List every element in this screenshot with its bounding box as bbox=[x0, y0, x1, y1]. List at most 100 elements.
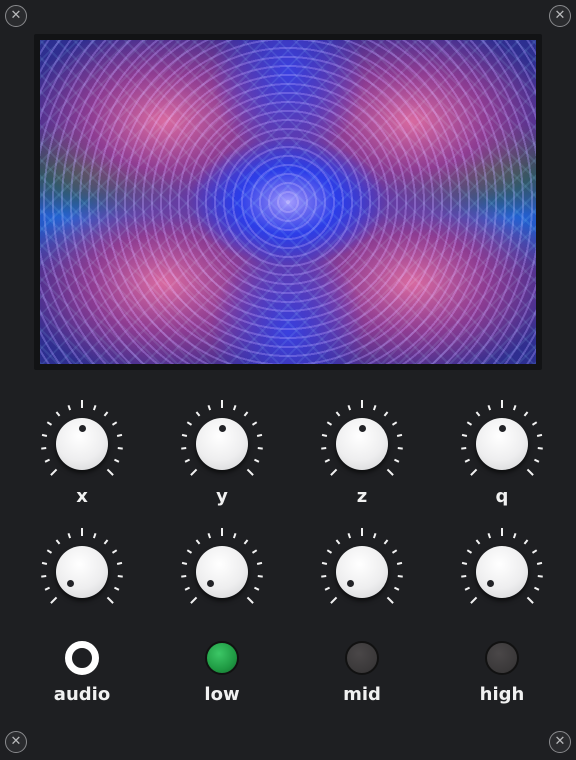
knob-tick bbox=[335, 411, 341, 417]
knob-x[interactable] bbox=[32, 394, 132, 494]
knob-tick bbox=[391, 549, 398, 554]
knob-tick bbox=[246, 468, 254, 476]
knob-indicator bbox=[347, 579, 355, 587]
knob-tick bbox=[330, 468, 338, 476]
knob-tick bbox=[251, 421, 258, 426]
knob-tick bbox=[257, 447, 263, 450]
knob-tick bbox=[111, 549, 118, 554]
knob-tick bbox=[55, 539, 61, 545]
knob-tick bbox=[50, 468, 58, 476]
knob-tick bbox=[386, 468, 394, 476]
knob-tick bbox=[44, 458, 50, 463]
knob-indicator bbox=[67, 579, 75, 587]
knob-tick bbox=[114, 458, 120, 463]
knob-tick bbox=[372, 532, 377, 539]
knob-tick bbox=[181, 447, 187, 450]
knob-tick bbox=[347, 404, 352, 411]
knob-tick bbox=[55, 411, 61, 417]
knob-mod-z[interactable] bbox=[312, 522, 412, 622]
screw-bottom-left-icon: ✕ bbox=[5, 731, 27, 753]
knob-label-q: q bbox=[495, 486, 509, 507]
knob-tick bbox=[46, 421, 53, 426]
knob-body[interactable] bbox=[196, 546, 248, 598]
knob-tick bbox=[41, 447, 47, 450]
knob-tick bbox=[466, 421, 473, 426]
knob-tick bbox=[243, 411, 249, 417]
knob-tick bbox=[251, 549, 258, 554]
led-low bbox=[205, 641, 239, 675]
knob-mod-x[interactable] bbox=[32, 522, 132, 622]
led-high bbox=[485, 641, 519, 675]
knob-tick bbox=[531, 549, 538, 554]
knob-tick bbox=[243, 539, 249, 545]
screw-top-left-icon: ✕ bbox=[5, 5, 27, 27]
knob-tick bbox=[464, 586, 470, 591]
knob-tick bbox=[537, 575, 543, 578]
knob-tick bbox=[50, 596, 58, 604]
knob-tick bbox=[256, 561, 263, 565]
led-label-mid: mid bbox=[343, 684, 381, 705]
knob-tick bbox=[207, 404, 212, 411]
knob-tick bbox=[475, 539, 481, 545]
knob-tick bbox=[523, 411, 529, 417]
knob-tick bbox=[536, 561, 543, 565]
knob-tick bbox=[487, 404, 492, 411]
knob-tick bbox=[396, 561, 403, 565]
knob-tick bbox=[466, 549, 473, 554]
knob-tick bbox=[41, 575, 47, 578]
knob-tick bbox=[324, 586, 330, 591]
knob-tick bbox=[67, 532, 72, 539]
knob-tick bbox=[190, 596, 198, 604]
knob-indicator bbox=[358, 424, 366, 432]
knob-tick bbox=[186, 421, 193, 426]
knob-tick bbox=[181, 561, 188, 565]
knob-tick bbox=[464, 458, 470, 463]
knob-tick bbox=[117, 575, 123, 578]
knob-tick bbox=[526, 468, 534, 476]
knob-tick bbox=[461, 447, 467, 450]
knob-tick bbox=[526, 596, 534, 604]
knob-tick bbox=[470, 596, 478, 604]
knob-mod-q[interactable] bbox=[452, 522, 552, 622]
knob-tick bbox=[41, 561, 48, 565]
knob-tick bbox=[232, 404, 237, 411]
knob-mod-y[interactable] bbox=[172, 522, 272, 622]
knob-tick bbox=[114, 586, 120, 591]
knob-tick bbox=[321, 433, 328, 437]
knob-indicator bbox=[218, 424, 226, 432]
led-label-low: low bbox=[204, 684, 240, 705]
knob-z[interactable] bbox=[312, 394, 412, 494]
knob-tick bbox=[195, 539, 201, 545]
knob-body[interactable] bbox=[336, 546, 388, 598]
knob-tick bbox=[41, 433, 48, 437]
knob-tick bbox=[397, 575, 403, 578]
knob-tick bbox=[46, 549, 53, 554]
knob-y[interactable] bbox=[172, 394, 272, 494]
knob-tick bbox=[536, 433, 543, 437]
knob-q[interactable] bbox=[452, 394, 552, 494]
knob-tick bbox=[537, 447, 543, 450]
knob-tick bbox=[534, 458, 540, 463]
knob-tick bbox=[383, 539, 389, 545]
knob-indicator bbox=[78, 424, 86, 432]
knob-tick bbox=[195, 411, 201, 417]
led-mid bbox=[345, 641, 379, 675]
knob-tick bbox=[257, 575, 263, 578]
knob-tick bbox=[512, 532, 517, 539]
knob-tick bbox=[324, 458, 330, 463]
knob-tick bbox=[383, 411, 389, 417]
knob-tick bbox=[106, 596, 114, 604]
knob-tick bbox=[190, 468, 198, 476]
knob-tick bbox=[44, 586, 50, 591]
knob-tick bbox=[470, 468, 478, 476]
knob-tick bbox=[117, 447, 123, 450]
knob-tick bbox=[181, 575, 187, 578]
knob-tick bbox=[92, 404, 97, 411]
knob-label-z: z bbox=[356, 486, 368, 507]
knob-body[interactable] bbox=[476, 546, 528, 598]
knob-tick bbox=[461, 433, 468, 437]
knob-label-y: y bbox=[216, 486, 228, 507]
knob-tick bbox=[181, 433, 188, 437]
knob-tick bbox=[321, 561, 328, 565]
knob-body[interactable] bbox=[56, 546, 108, 598]
